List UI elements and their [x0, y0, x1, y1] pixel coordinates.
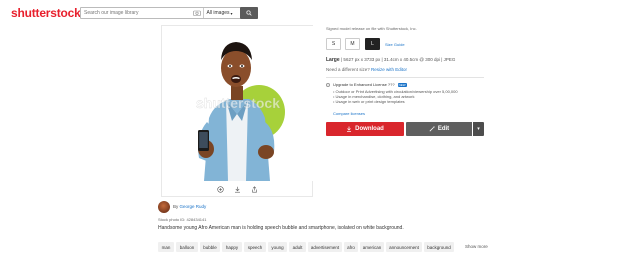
download-label: Download — [355, 126, 384, 132]
tag-chip[interactable]: balloon — [176, 242, 198, 252]
share-icon[interactable] — [251, 180, 258, 198]
tag-chip[interactable]: background — [424, 242, 454, 252]
edit-label: Edit — [437, 126, 450, 132]
compare-licenses-link[interactable]: Compare licenses — [333, 111, 365, 116]
camera-icon[interactable] — [191, 8, 203, 18]
different-size-text: Need a different size? — [326, 67, 370, 72]
list-item: Usage in web or print design templates — [333, 99, 458, 104]
search-icon — [246, 10, 252, 16]
tag-chip[interactable]: man — [158, 242, 174, 252]
show-more-link[interactable]: Show more — [465, 244, 488, 249]
photo-id: Stock photo ID: 428434141 — [158, 217, 207, 222]
upgrade-radio[interactable] — [326, 82, 330, 87]
edit-options-dropdown[interactable]: ▾ — [473, 122, 484, 136]
photo-preview[interactable]: shutterstock — [161, 25, 314, 197]
size-button-l[interactable]: L — [365, 38, 380, 50]
download-icon[interactable] — [234, 180, 241, 198]
resize-row: Need a different size? Resize with Edito… — [326, 67, 407, 72]
image-type-label: All images — [206, 10, 230, 16]
tag-chip[interactable]: american — [360, 242, 384, 252]
chevron-down-icon: ▾ — [230, 10, 233, 16]
shutterstock-logo[interactable]: shutterstock — [11, 6, 81, 20]
model-release-note: Signed model release on file with Shutte… — [326, 26, 417, 31]
size-name: Large — [326, 57, 340, 63]
upgrade-license-row[interactable]: Upgrade to Enhanced License ??? NEW — [326, 82, 407, 87]
tag-chip[interactable]: advertisement — [308, 242, 342, 252]
photo-toolbar — [162, 181, 312, 197]
size-guide-link[interactable]: Size Guide — [385, 42, 405, 47]
watermark-text: shutterstock — [196, 95, 280, 111]
tag-chip[interactable]: happy — [222, 242, 242, 252]
by-text: By — [173, 204, 179, 209]
tag-chip[interactable]: young — [268, 242, 287, 252]
author-link[interactable]: George Rudy — [180, 204, 207, 209]
tag-chip[interactable]: afro — [344, 242, 358, 252]
resize-link[interactable]: Resize with Editor — [371, 67, 407, 72]
download-icon — [347, 126, 352, 132]
tag-chip[interactable]: speech — [244, 242, 266, 252]
new-badge: NEW — [397, 82, 407, 87]
chevron-down-icon: ▾ — [477, 126, 480, 132]
author-line: By George Rudy — [173, 204, 206, 209]
divider — [326, 77, 484, 78]
search-bar: All images ▾ — [80, 7, 258, 19]
tag-chip[interactable]: adult — [289, 242, 306, 252]
photo-description: Handsome young Afro American man is hold… — [158, 225, 404, 231]
edit-button[interactable]: Edit — [406, 122, 472, 136]
edit-wand-icon — [429, 126, 435, 132]
image-type-select[interactable]: All images ▾ — [203, 8, 235, 18]
download-button[interactable]: Download — [326, 122, 404, 136]
search-input[interactable] — [81, 8, 191, 18]
size-button-m[interactable]: M — [345, 38, 360, 50]
upgrade-label: Upgrade to Enhanced License ??? — [333, 82, 395, 87]
photo-illustration: shutterstock — [162, 26, 314, 181]
tag-chip[interactable]: bubble — [200, 242, 220, 252]
size-info: Large | 5627 px x 3733 px | 31.4cm x 40.… — [326, 57, 455, 63]
search-button[interactable] — [240, 7, 258, 19]
size-details: | 5627 px x 3733 px | 31.4cm x 40.5cm @ … — [341, 57, 456, 62]
tag-chip[interactable]: announcement — [386, 242, 422, 252]
license-benefits: Outdoor or Print Advertising with circul… — [333, 89, 458, 104]
avatar[interactable] — [158, 201, 170, 213]
zoom-in-icon[interactable] — [216, 180, 224, 198]
size-button-s[interactable]: S — [326, 38, 341, 50]
